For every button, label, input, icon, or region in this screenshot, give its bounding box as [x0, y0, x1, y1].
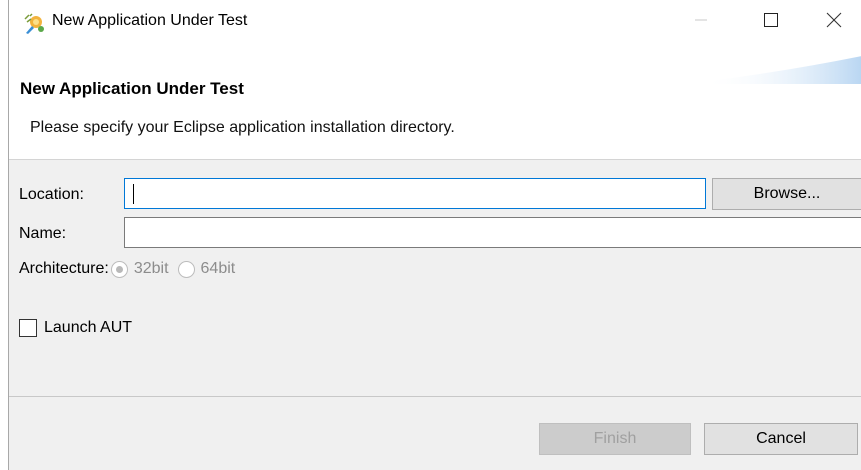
launch-aut-checkbox[interactable] — [19, 319, 37, 337]
launch-aut-row[interactable]: Launch AUT — [19, 319, 132, 337]
location-input[interactable] — [125, 179, 705, 208]
name-label: Name: — [19, 225, 67, 242]
minimize-button[interactable] — [673, 0, 729, 44]
text-caret — [133, 184, 134, 204]
wizard-description: Please specify your Eclipse application … — [30, 119, 455, 136]
aut-wizard-icon — [23, 13, 45, 35]
finish-button[interactable]: Finish — [539, 423, 691, 455]
window-title: New Application Under Test — [52, 12, 248, 29]
banner-graphic — [702, 56, 861, 84]
wizard-header: New Application Under Test Please specif… — [9, 44, 861, 160]
name-field[interactable] — [124, 217, 861, 248]
cancel-button[interactable]: Cancel — [704, 423, 858, 455]
location-label: Location: — [19, 186, 84, 203]
location-field[interactable] — [124, 178, 706, 209]
close-button[interactable] — [806, 0, 861, 44]
maximize-button[interactable] — [743, 0, 799, 44]
browse-button[interactable]: Browse... — [712, 178, 861, 210]
wizard-title: New Application Under Test — [20, 79, 244, 98]
radio-32bit-label[interactable]: 32bit — [134, 260, 169, 278]
dialog-window: New Application Under Test New Applicati… — [8, 0, 861, 470]
title-bar[interactable]: New Application Under Test — [9, 0, 861, 44]
radio-32bit[interactable] — [110, 260, 128, 278]
radio-64bit-label[interactable]: 64bit — [201, 260, 236, 278]
minimize-icon — [695, 13, 707, 31]
name-input[interactable] — [125, 218, 861, 247]
footer-separator — [9, 396, 861, 397]
close-icon — [826, 12, 842, 33]
architecture-group: Architecture: 32bit 64bit — [19, 257, 244, 281]
architecture-label: Architecture: — [19, 260, 109, 277]
radio-64bit[interactable] — [177, 260, 195, 278]
maximize-icon — [764, 12, 778, 32]
launch-aut-label[interactable]: Launch AUT — [44, 319, 132, 337]
